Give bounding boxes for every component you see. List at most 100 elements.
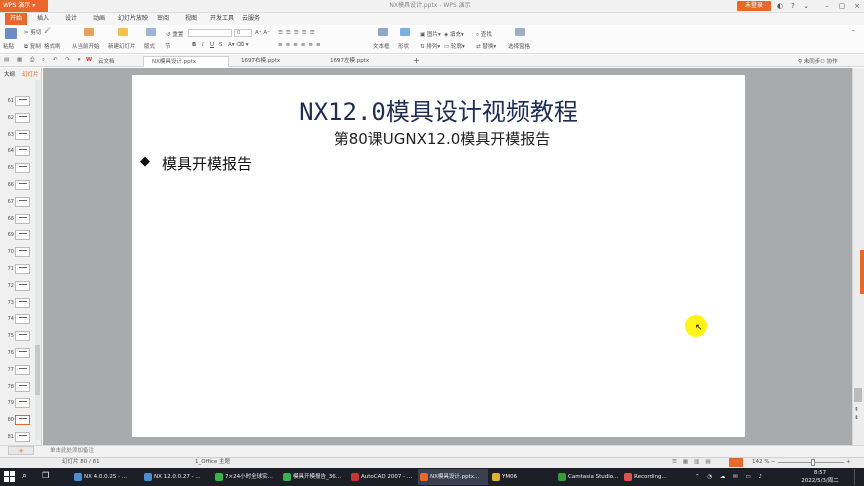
slide-bullet-text[interactable]: 模具开模报告 <box>162 153 252 174</box>
slide-thumbnail[interactable] <box>15 163 30 174</box>
taskbar-app-3[interactable]: 模具开模报告_36... <box>281 469 347 485</box>
zoom-in-button[interactable]: + <box>846 457 851 468</box>
slide-thumbnail[interactable] <box>15 381 30 392</box>
slide-thumbnail[interactable] <box>15 247 30 258</box>
slide-thumbnail[interactable] <box>15 112 30 123</box>
layout-icon[interactable] <box>146 28 156 36</box>
slide-thumbnail[interactable] <box>15 129 30 140</box>
select-pane-icon[interactable] <box>515 28 525 36</box>
slide-thumbnail[interactable] <box>15 146 30 157</box>
taskbar-app-2[interactable]: 7×24小时全球实... <box>213 469 279 485</box>
slide-thumbnail[interactable] <box>15 432 30 442</box>
start-windows-icon[interactable] <box>4 471 16 483</box>
menu-tab-view[interactable]: 视图 <box>185 13 197 25</box>
italic-button[interactable]: I <box>202 42 204 48</box>
slide-thumbnail[interactable] <box>15 196 30 207</box>
shape-button[interactable]: 形状 <box>398 42 409 50</box>
zoom-out-button[interactable]: − <box>771 457 776 468</box>
font-grow-icon[interactable]: A⁺ A⁻ <box>255 30 270 36</box>
taskbar-app-4[interactable]: AutoCAD 2007 - ... <box>349 469 415 485</box>
replace-button[interactable]: ⇄ 替换▾ <box>476 42 496 50</box>
taskbar-app-7[interactable]: Camtasia Studio... <box>556 469 620 485</box>
slides-tab[interactable]: 幻灯片 <box>22 70 39 78</box>
select-pane-button[interactable]: 选择窗格 <box>508 42 530 50</box>
shape-icon[interactable] <box>400 28 410 36</box>
new-tab-button[interactable]: + <box>413 56 420 65</box>
slide-thumbnail[interactable] <box>15 230 30 241</box>
cut-button[interactable]: ✂ 剪切 <box>24 28 41 36</box>
cloud-docs-tab[interactable]: 云文档 <box>98 57 115 65</box>
reset-button[interactable]: ↺ 重置 <box>166 30 183 38</box>
zoom-slider-knob[interactable] <box>811 459 815 466</box>
menu-tab-home[interactable]: 开始 <box>5 13 28 25</box>
add-slide-button[interactable]: + <box>8 446 34 455</box>
system-tray-icons[interactable]: ⌃ ◔ ☁ ✉ ▭ ♪ 中 <box>690 469 770 485</box>
ribbon-collapse-icon[interactable]: ⌃ <box>851 30 856 36</box>
paste-icon[interactable] <box>5 28 17 39</box>
outline-button[interactable]: ▭ 轮廓▾ <box>444 42 465 50</box>
outline-tab[interactable]: 大纲 <box>4 70 15 78</box>
layout-button[interactable]: 版式 <box>144 42 155 50</box>
copy-button[interactable]: ⧉ 复制 <box>24 42 41 51</box>
picture-button[interactable]: ▣ 图片▾ <box>420 30 441 38</box>
menu-tab-animation[interactable]: 动画 <box>93 13 105 25</box>
taskbar-app-5[interactable]: NX模具设计.pptx... <box>418 469 488 485</box>
font-size-select[interactable]: 0 <box>234 29 252 37</box>
notes-placeholder[interactable]: 单击此处添加备注 <box>50 446 94 456</box>
slide-thumbnail[interactable] <box>15 297 30 308</box>
thumbnail-scrollbar-thumb[interactable] <box>35 345 40 395</box>
help-icon[interactable]: ? <box>786 0 800 12</box>
collab-button[interactable]: ⚲ 未同步 <box>798 57 820 65</box>
slide-thumbnail[interactable] <box>15 213 30 224</box>
doc-tab-left-mold[interactable]: 1697左模.pptx <box>322 56 408 67</box>
menu-tab-design[interactable]: 设计 <box>65 13 77 25</box>
menu-tab-review[interactable]: 审阅 <box>157 13 169 25</box>
font-color-icon[interactable]: A▾ ⌫ ▾ <box>228 42 249 48</box>
collab-label[interactable]: ⚇ 协作 <box>820 57 838 65</box>
settings-icon[interactable]: ⌄ <box>799 0 813 12</box>
slide-thumbnail[interactable] <box>15 264 30 274</box>
side-panel-toggle[interactable] <box>860 250 864 294</box>
menu-tab-developer[interactable]: 开发工具 <box>210 13 234 25</box>
font-name-select[interactable] <box>188 29 232 37</box>
text-box-button[interactable]: 文本框 <box>373 42 390 50</box>
close-icon[interactable]: × <box>850 0 864 12</box>
arrange-button[interactable]: ⇅ 排列▾ <box>420 42 440 50</box>
fill-button[interactable]: ◈ 填充▾ <box>444 30 464 38</box>
slide-thumbnail[interactable] <box>15 348 30 358</box>
show-desktop-button[interactable] <box>854 469 864 485</box>
from-current-icon[interactable] <box>84 28 94 36</box>
format-painter-icon[interactable]: 🖌 <box>44 28 51 34</box>
search-icon[interactable]: ⌕ <box>22 471 34 483</box>
underline-button[interactable]: U <box>210 42 214 48</box>
taskbar-app-6[interactable]: YM06 <box>490 469 552 485</box>
menu-tab-slideshow[interactable]: 幻灯片放映 <box>118 13 148 25</box>
taskbar-app-1[interactable]: NX 12.0.0.27 - ... <box>142 469 210 485</box>
zoom-level[interactable]: 142 % <box>752 457 769 468</box>
slide-thumbnail[interactable] <box>15 280 30 291</box>
format-painter-label[interactable]: 格式刷 <box>44 42 61 50</box>
new-slide-button[interactable]: 新建幻灯片 <box>108 42 136 50</box>
maximize-icon[interactable]: ▢ <box>835 0 849 12</box>
slide-thumbnail[interactable] <box>15 364 30 375</box>
find-button[interactable]: ⌕ 查找 <box>476 30 492 39</box>
page-nav-icons[interactable]: ⇞ ⇟ <box>854 406 859 422</box>
taskbar-app-8[interactable]: Recording... <box>622 469 686 485</box>
task-view-icon[interactable]: ❐ <box>42 471 56 483</box>
minimize-icon[interactable]: – <box>820 0 834 12</box>
section-button[interactable]: 节 <box>165 42 171 50</box>
canvas-scrollbar-thumb[interactable] <box>854 388 862 402</box>
view-mode-icons[interactable]: ☰▦▥▤ <box>672 457 717 468</box>
paste-label[interactable]: 粘贴 <box>3 42 14 50</box>
bold-button[interactable]: B <box>192 42 196 48</box>
slide-thumbnail[interactable] <box>15 331 30 342</box>
slide-thumbnail[interactable] <box>15 398 30 409</box>
doc-tab-right-mold[interactable]: 1697右模.pptx <box>233 56 317 67</box>
slide-title[interactable]: NX12.0模具设计视频教程 <box>132 92 745 127</box>
slide-thumbnail[interactable] <box>15 96 30 106</box>
menu-tab-cloud[interactable]: 云服务 <box>242 13 260 25</box>
slide-subtitle[interactable]: 第80课UGNX12.0模具开模报告 <box>132 128 752 149</box>
login-button[interactable]: 未登录 <box>737 1 771 11</box>
text-box-icon[interactable] <box>378 28 388 36</box>
app-menu-button[interactable]: WPS 演示 ▾ <box>0 0 48 12</box>
